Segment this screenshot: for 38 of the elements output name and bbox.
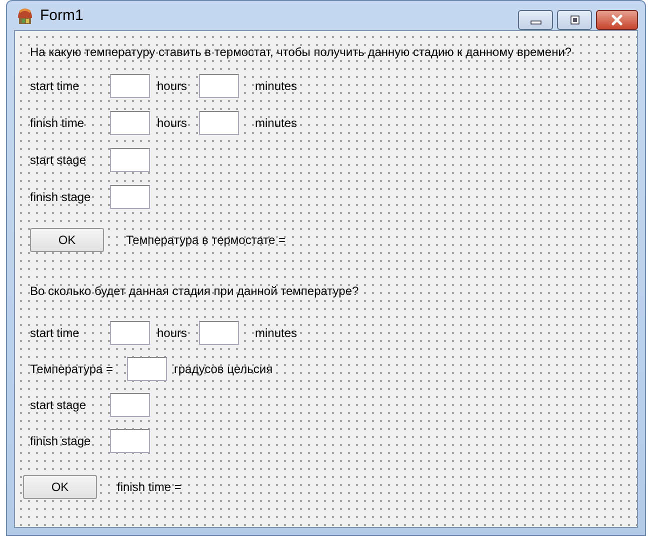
result-label: finish time = [117,480,182,494]
ok-button[interactable]: OK [30,228,104,252]
field-label: start time [30,326,80,340]
field-label: start stage [30,152,88,166]
input-field[interactable] [199,74,239,98]
input-field[interactable] [110,148,150,172]
unit-label: hours [157,116,188,130]
unit-label: hours [157,326,188,340]
input-field[interactable] [110,321,150,345]
result-label: Температура в термостате = [126,233,286,247]
unit-label: hours [157,78,188,92]
input-field[interactable] [110,429,150,453]
maximize-button[interactable] [557,10,592,30]
field-label: finish stage [30,434,92,448]
unit-label: minutes [255,78,298,92]
input-field[interactable] [110,74,150,98]
field-label: Температура = [30,362,114,376]
field-label: start stage [30,398,88,412]
question-label: Во сколько будет данная стадия при данной температуре? [30,284,359,298]
input-field[interactable] [199,321,239,345]
maximize-icon [568,15,580,25]
input-field[interactable] [110,393,150,417]
ok-button[interactable]: OK [23,475,97,499]
question-label: На какую температуру ставить в термостат, чтобы получить данную стадию к данному времени? [30,45,572,59]
close-icon [610,14,624,26]
field-label: start time [30,78,80,92]
unit-label: minutes [255,116,298,130]
field-label: finish time [30,116,86,130]
input-field[interactable] [110,110,150,134]
close-button[interactable] [596,10,638,30]
input-field[interactable] [127,357,167,381]
unit-label: minutes [255,326,298,340]
input-field[interactable] [199,110,239,134]
field-label: finish stage [30,190,92,204]
minimize-button[interactable] [518,10,553,30]
window-title: Form1 [40,7,84,24]
unit-label: градусов цельсия [174,362,273,376]
input-field[interactable] [110,184,150,208]
